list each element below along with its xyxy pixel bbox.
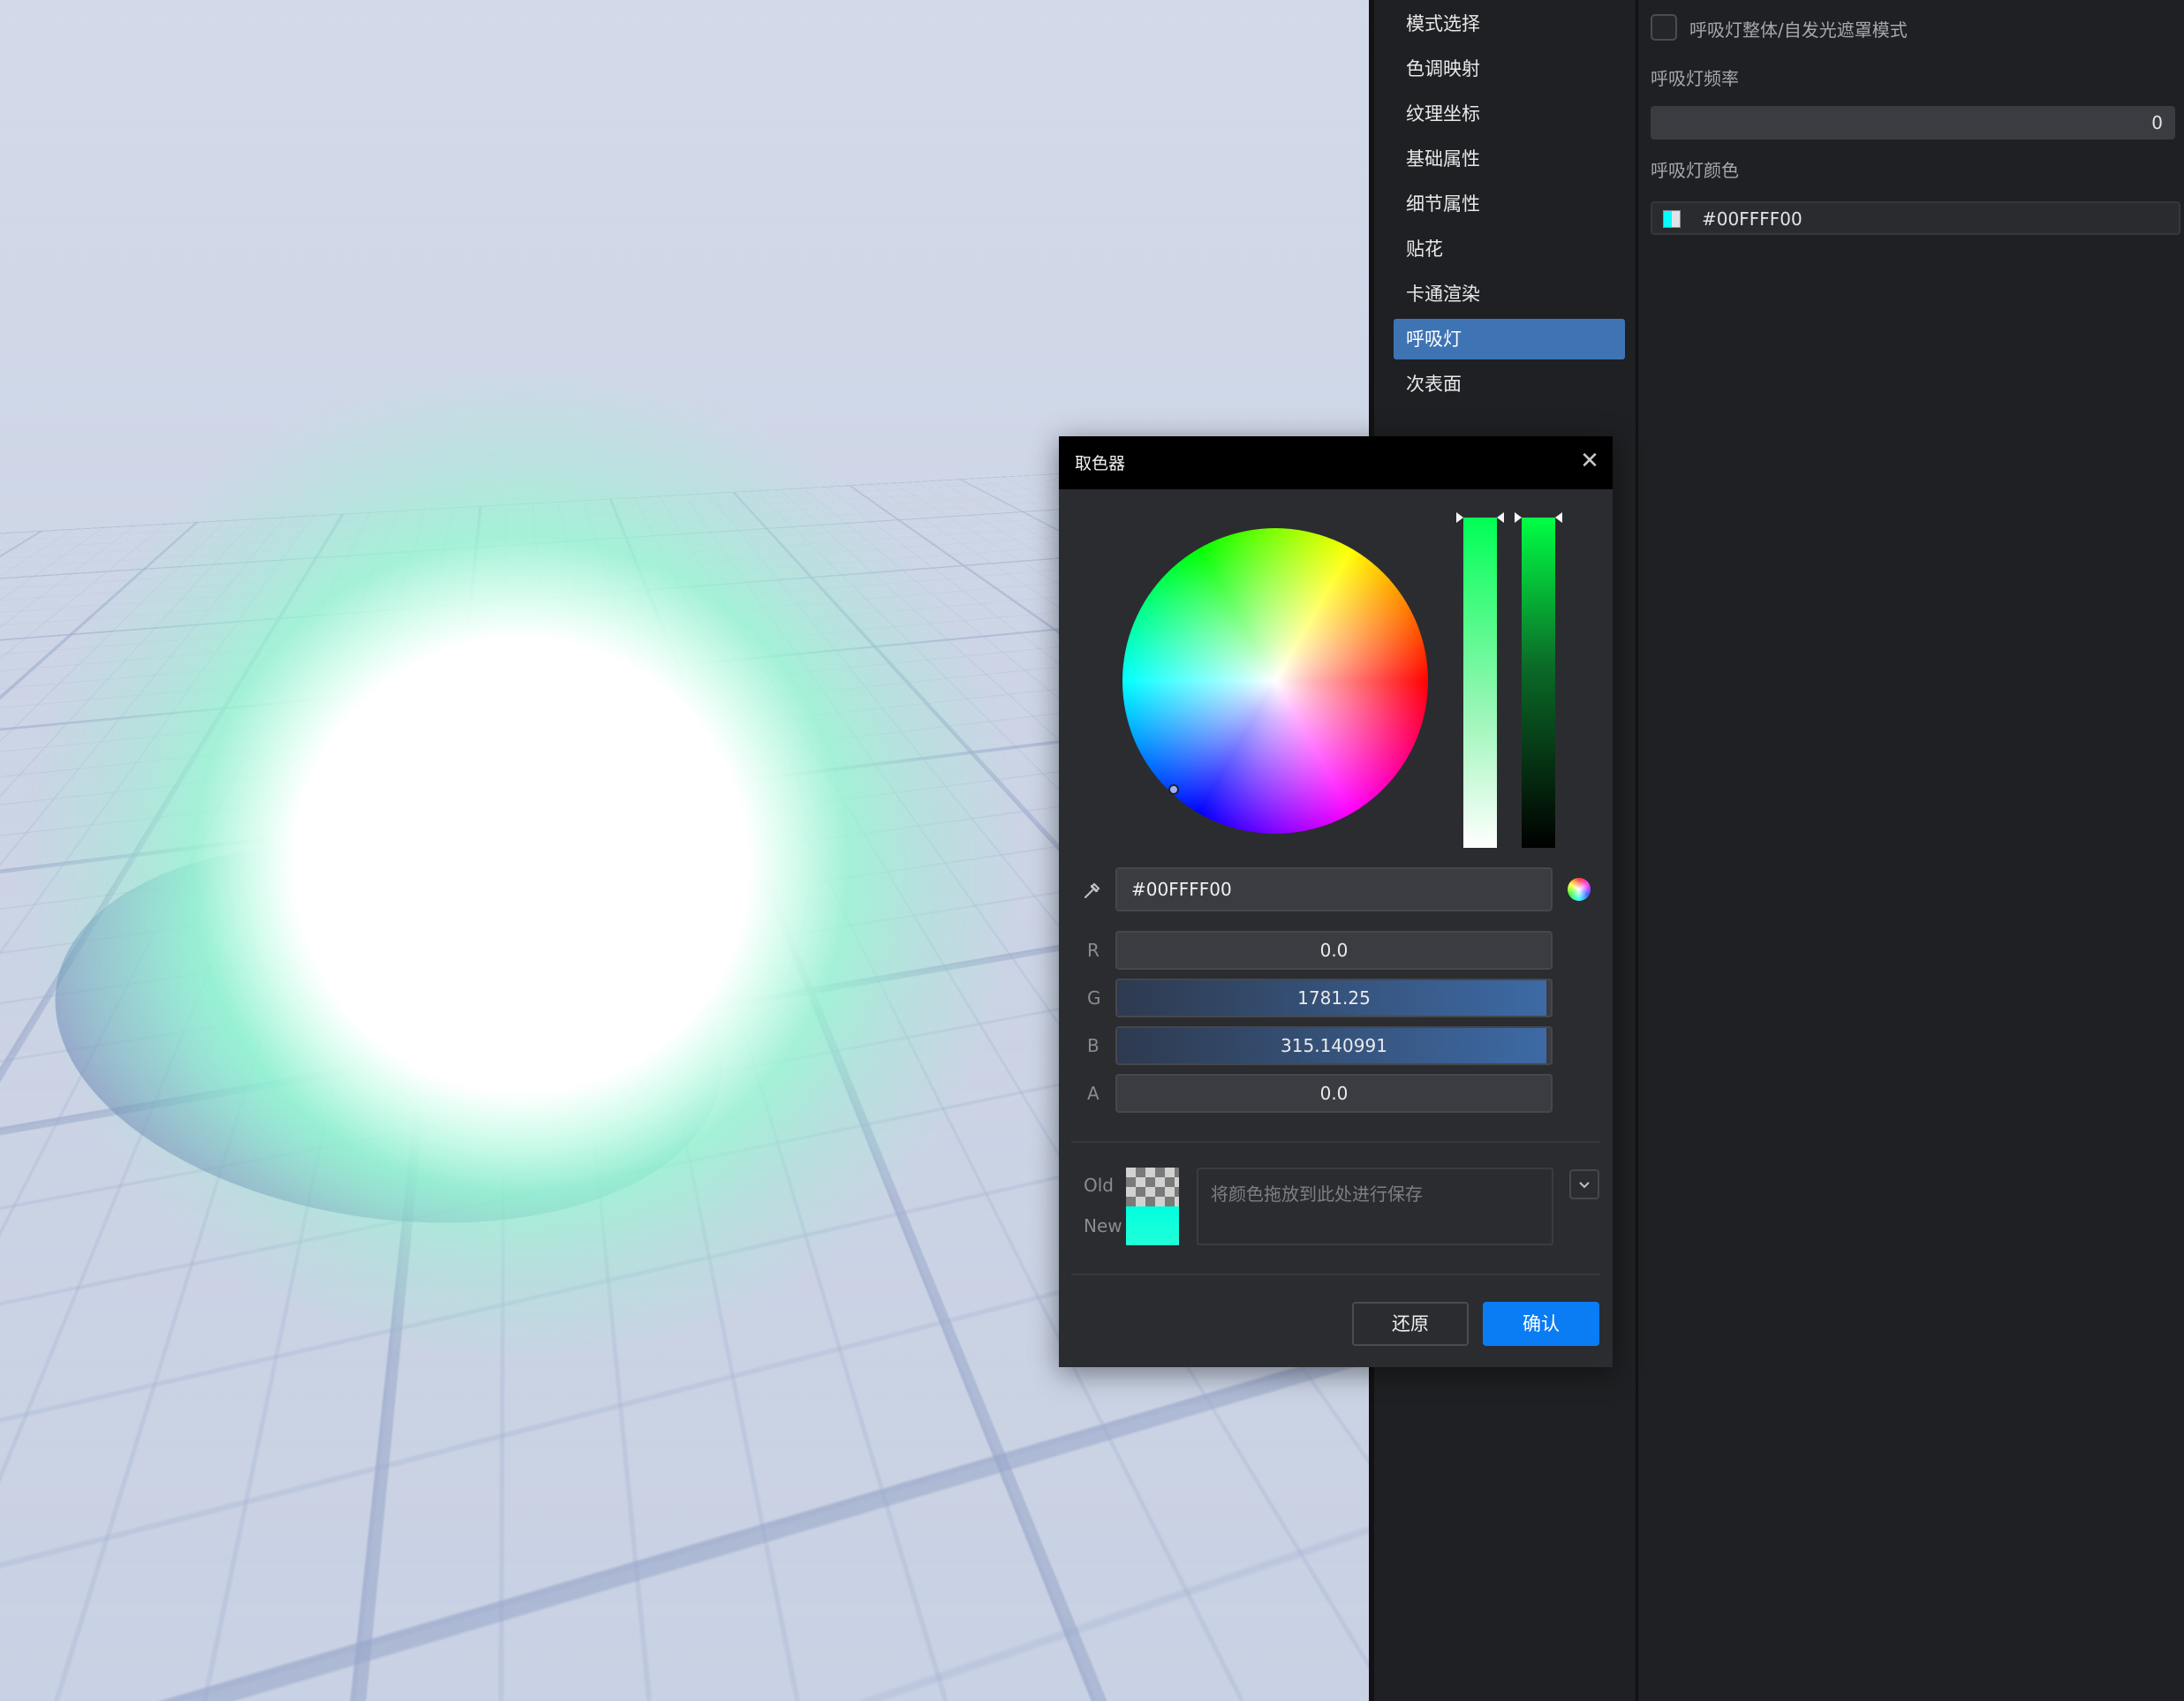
color-value: #00FFFF00 bbox=[1702, 208, 1802, 230]
channel-r-value: 0.0 bbox=[1319, 940, 1349, 961]
sidebar-item-detail-props[interactable]: 细节属性 bbox=[1394, 184, 1625, 224]
color-label: 呼吸灯颜色 bbox=[1651, 160, 1739, 181]
mask-mode-checkbox[interactable] bbox=[1651, 14, 1677, 41]
new-color-swatch[interactable] bbox=[1126, 1206, 1179, 1245]
confirm-button[interactable]: 确认 bbox=[1483, 1302, 1599, 1346]
sidebar-item-tone-mapping[interactable]: 色调映射 bbox=[1394, 49, 1625, 89]
color-mode-icon[interactable] bbox=[1568, 878, 1591, 901]
channel-r-input[interactable]: 0.0 bbox=[1115, 931, 1553, 970]
dialog-titlebar[interactable]: 取色器 ✕ bbox=[1059, 436, 1613, 489]
sidebar-item-subsurface[interactable]: 次表面 bbox=[1394, 364, 1625, 404]
sidebar-item-mode-select[interactable]: 模式选择 bbox=[1394, 4, 1625, 44]
sidebar-item-basic-props[interactable]: 基础属性 bbox=[1394, 139, 1625, 179]
color-drop-zone[interactable]: 将颜色拖放到此处进行保存 bbox=[1197, 1168, 1553, 1245]
color-swatch[interactable] bbox=[1663, 210, 1681, 228]
color-field[interactable]: #00FFFF00 bbox=[1651, 201, 2180, 235]
properties-panel: 呼吸灯整体/自发光遮罩模式 呼吸灯频率 0 呼吸灯颜色 #00FFFF00 bbox=[1638, 0, 2184, 1701]
frequency-label: 呼吸灯频率 bbox=[1651, 68, 1739, 89]
frequency-input[interactable]: 0 bbox=[1651, 106, 2175, 140]
color-wheel-cursor[interactable] bbox=[1168, 784, 1179, 795]
glowing-sphere[interactable] bbox=[0, 336, 1095, 1395]
channel-a-value: 0.0 bbox=[1319, 1083, 1349, 1104]
eyedropper-icon[interactable] bbox=[1082, 881, 1101, 901]
channel-g-value: 1781.25 bbox=[1297, 987, 1371, 1009]
saturation-slider[interactable] bbox=[1463, 518, 1497, 848]
channel-g-input[interactable]: 1781.25 bbox=[1115, 979, 1553, 1017]
chevron-down-icon[interactable] bbox=[1569, 1169, 1599, 1199]
old-color-label: Old bbox=[1084, 1175, 1114, 1196]
color-picker-dialog: 取色器 ✕ #00FFFF00 R 0.0 G 1781.25 B 315.14… bbox=[1059, 436, 1613, 1367]
separator bbox=[1071, 1274, 1600, 1275]
saturation-slider-handle-right[interactable] bbox=[1497, 512, 1504, 523]
channel-b-input[interactable]: 315.140991 bbox=[1115, 1026, 1553, 1065]
hex-input[interactable]: #00FFFF00 bbox=[1115, 867, 1553, 911]
close-icon[interactable]: ✕ bbox=[1576, 447, 1604, 475]
saturation-slider-handle-left[interactable] bbox=[1456, 512, 1463, 523]
value-slider[interactable] bbox=[1522, 518, 1555, 848]
mask-mode-label: 呼吸灯整体/自发光遮罩模式 bbox=[1689, 19, 1908, 41]
sidebar-item-breathing-light[interactable]: 呼吸灯 bbox=[1394, 319, 1625, 359]
channel-b-value: 315.140991 bbox=[1281, 1035, 1387, 1056]
value-slider-handle-left[interactable] bbox=[1515, 512, 1522, 523]
channel-b-label: B bbox=[1087, 1035, 1100, 1056]
sidebar-item-toon-render[interactable]: 卡通渲染 bbox=[1394, 274, 1625, 314]
old-color-swatch[interactable] bbox=[1126, 1168, 1179, 1206]
channel-a-label: A bbox=[1087, 1083, 1100, 1104]
channel-a-input[interactable]: 0.0 bbox=[1115, 1074, 1553, 1113]
dialog-title: 取色器 bbox=[1075, 454, 1126, 473]
new-color-label: New bbox=[1084, 1215, 1122, 1236]
sidebar-item-texture-coords[interactable]: 纹理坐标 bbox=[1394, 94, 1625, 134]
channel-g-label: G bbox=[1087, 987, 1101, 1009]
value-slider-handle-right[interactable] bbox=[1555, 512, 1562, 523]
separator bbox=[1071, 1141, 1600, 1143]
reset-button[interactable]: 还原 bbox=[1352, 1302, 1469, 1346]
channel-r-label: R bbox=[1087, 940, 1100, 961]
sidebar-item-decal[interactable]: 贴花 bbox=[1394, 229, 1625, 269]
